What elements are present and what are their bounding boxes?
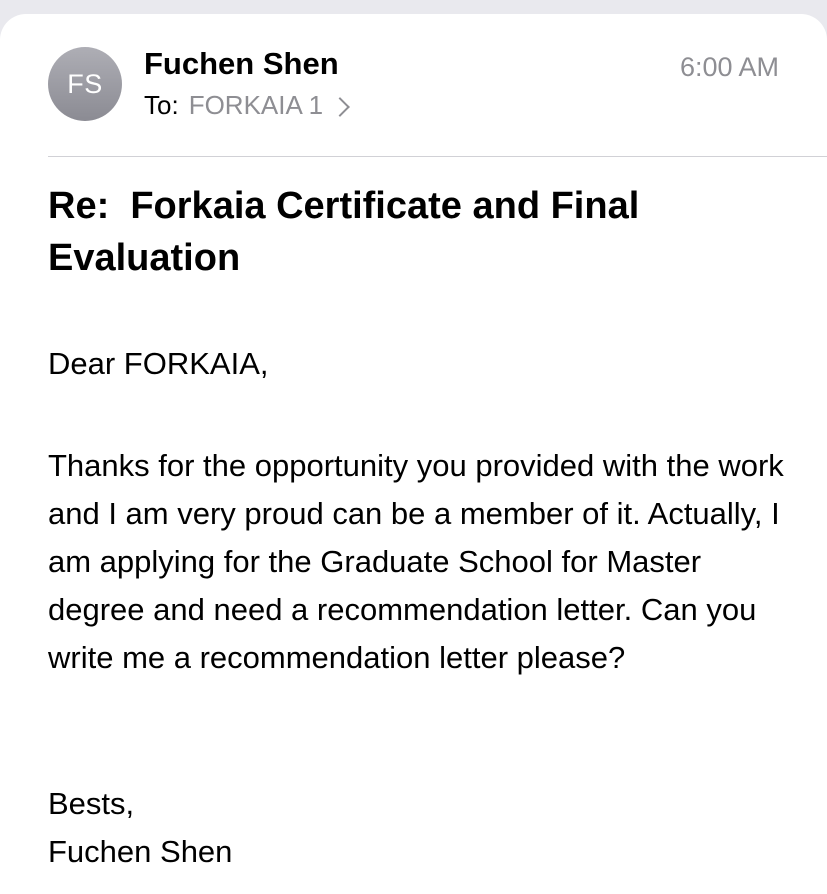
email-view: FS Fuchen Shen To: FORKAIA 1 6:00 AM Re:…	[0, 14, 827, 894]
timestamp: 6:00 AM	[679, 52, 779, 82]
avatar-initials: FS	[67, 68, 103, 99]
recipients-row[interactable]: To: FORKAIA 1	[144, 90, 350, 121]
header-divider	[48, 156, 827, 157]
email-greeting: Dear FORKAIA,	[48, 346, 269, 381]
chevron-right-icon[interactable]	[330, 96, 350, 117]
email-signoff: Bests,	[48, 786, 135, 821]
avatar[interactable]: FS	[48, 47, 122, 121]
to-label: To:	[144, 90, 179, 120]
email-signature: Fuchen Shen	[48, 834, 233, 869]
email-body-paragraph: Thanks for the opportunity you provided …	[48, 448, 784, 675]
email-subject: Re: Forkaia Certificate and Final Evalua…	[48, 185, 650, 279]
sender-name[interactable]: Fuchen Shen	[144, 46, 339, 82]
recipient-name[interactable]: FORKAIA 1	[189, 90, 323, 121]
